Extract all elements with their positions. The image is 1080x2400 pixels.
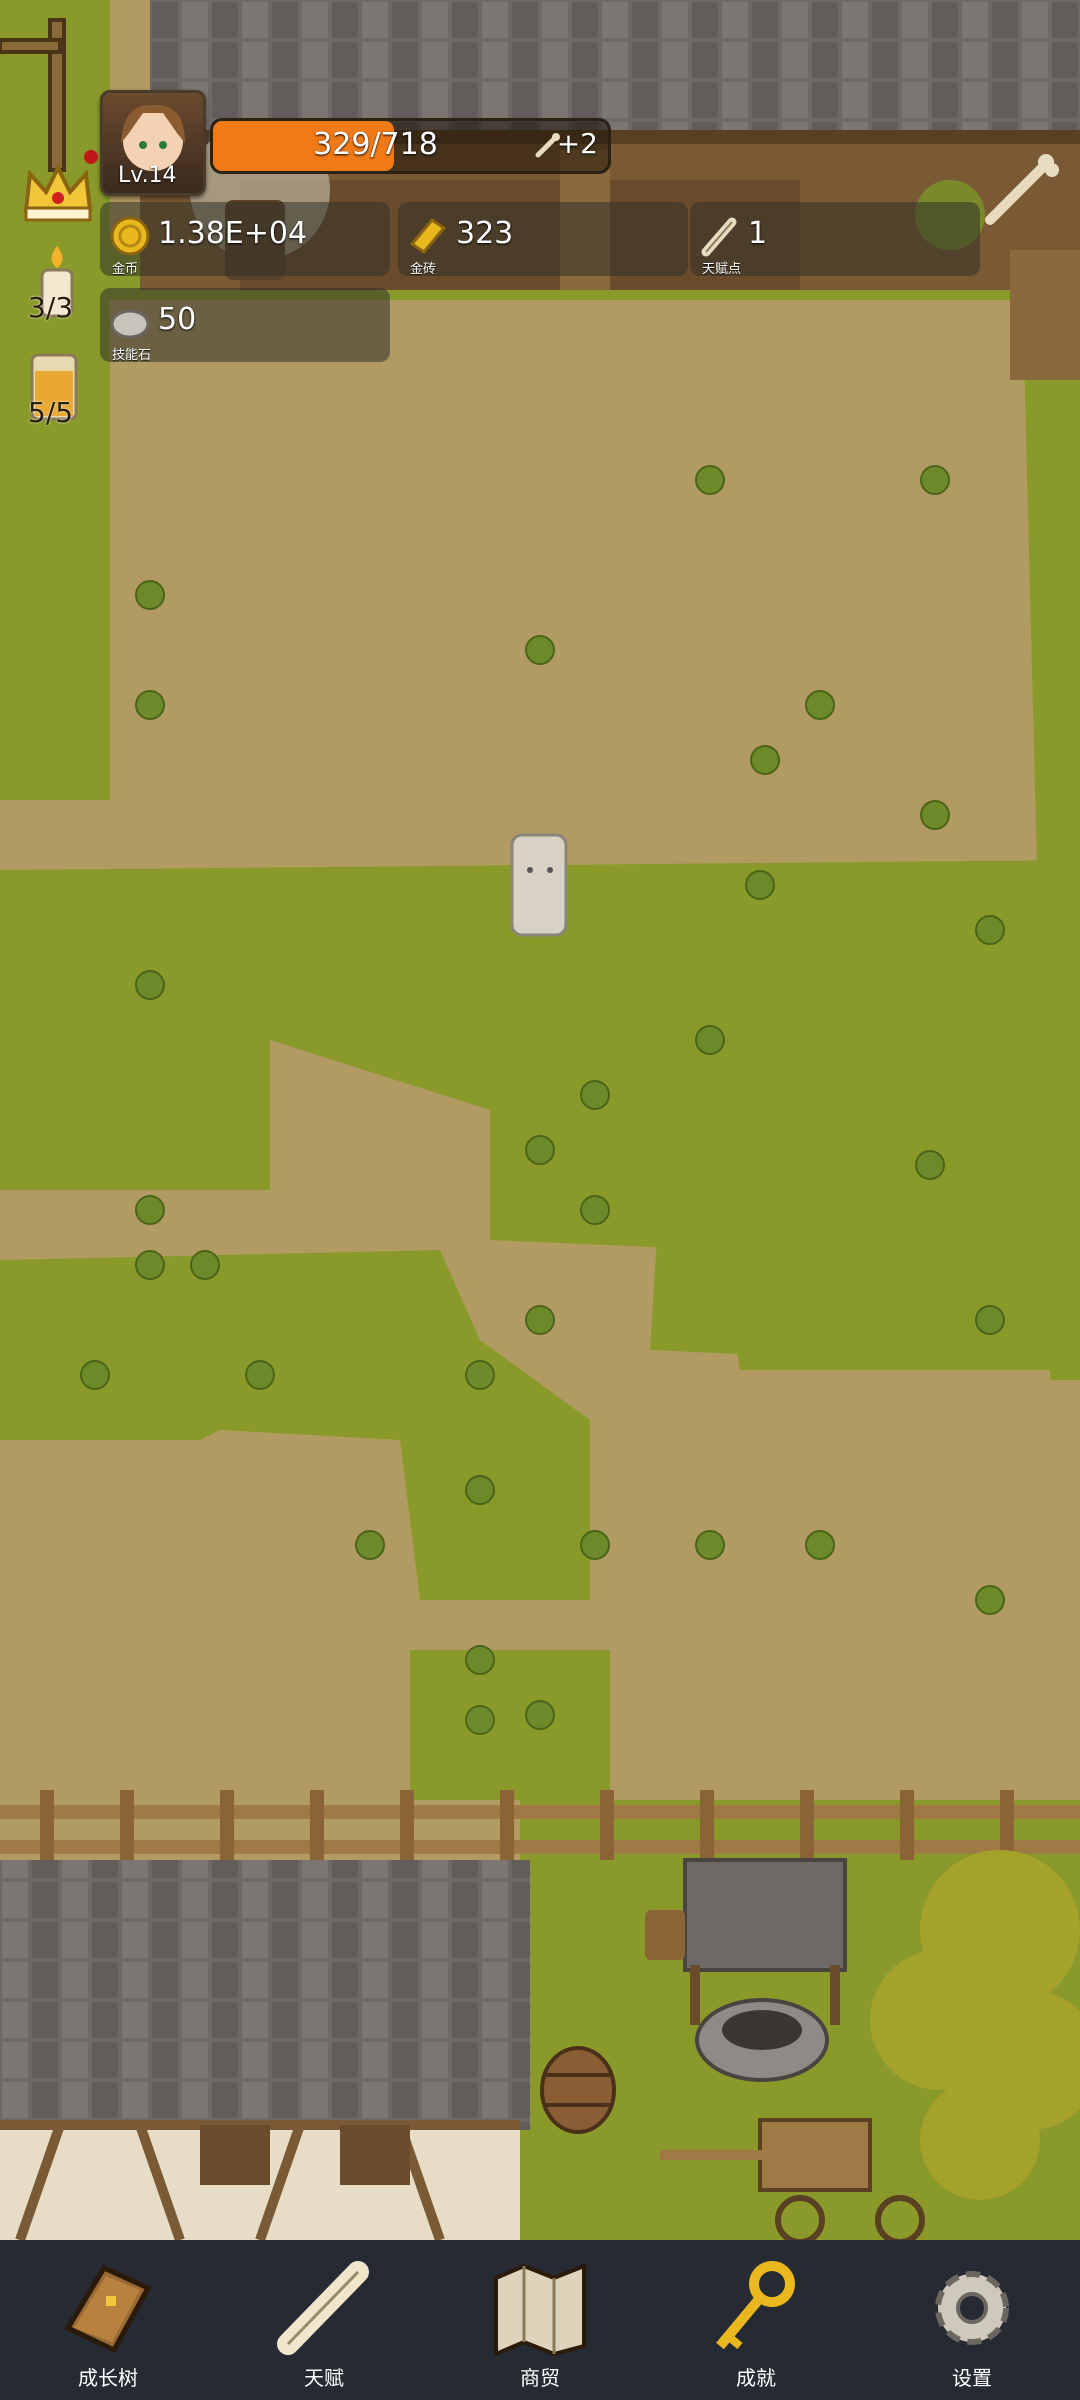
skill-stone-counter[interactable]: 50 技能石 <box>100 288 390 363</box>
crown-icon <box>23 163 93 222</box>
bottom-nav: 成长树 天赋 商贸 成就 设置 <box>0 2240 1080 2400</box>
nav-achievement-label: 成就 <box>736 2366 776 2390</box>
xp-text: 329/718 <box>313 127 438 162</box>
candle-counter[interactable]: 3/3 <box>18 240 98 324</box>
talent-point-label: 天赋点 <box>702 262 742 277</box>
book-icon <box>64 2264 152 2354</box>
nav-talent-label: 天赋 <box>304 2366 344 2390</box>
drink-count: 5/5 <box>28 396 74 429</box>
xp-bar: 329/718 +2 <box>210 118 611 174</box>
gold-coin-counter[interactable]: 1.38E+04 金币 <box>100 202 390 277</box>
bone-weapon-button[interactable] <box>980 150 1060 230</box>
nav-trade-label: 商贸 <box>520 2366 560 2390</box>
crown-button[interactable] <box>18 150 98 230</box>
gold-brick-icon <box>409 218 447 254</box>
nav-growth-tree[interactable]: 成长树 <box>0 2240 216 2400</box>
skill-stone-icon <box>110 309 150 339</box>
gold-coin-value: 1.38E+04 <box>158 216 308 251</box>
talent-point-counter[interactable]: 1 天赋点 <box>690 202 980 277</box>
barrel <box>540 2046 616 2134</box>
map-icon <box>494 2263 586 2358</box>
gold-brick-value: 323 <box>456 216 514 251</box>
scroll-icon <box>701 217 737 257</box>
nav-settings[interactable]: 设置 <box>864 2240 1080 2400</box>
talent-point-value: 1 <box>748 216 768 251</box>
gold-coin-label: 金币 <box>112 262 139 277</box>
key-icon <box>716 2261 795 2350</box>
stone-tablet[interactable] <box>510 833 568 937</box>
scroll-icon <box>277 2261 369 2355</box>
xp-bonus: +2 <box>556 127 598 160</box>
player-level: Lv.14 <box>118 163 177 188</box>
gold-brick-counter[interactable]: 323 金砖 <box>398 202 688 277</box>
nav-achievement[interactable]: 成就 <box>648 2240 864 2400</box>
nav-settings-label: 设置 <box>952 2366 992 2390</box>
bone-icon <box>985 154 1059 225</box>
skill-stone-label: 技能石 <box>112 348 152 363</box>
gold-coin-icon <box>110 216 150 256</box>
bottom-house <box>0 1860 530 2240</box>
drink-counter[interactable]: 5/5 <box>18 345 98 429</box>
nav-trade[interactable]: 商贸 <box>432 2240 648 2400</box>
skill-stone-value: 50 <box>158 302 197 337</box>
nav-talent[interactable]: 天赋 <box>216 2240 432 2400</box>
gear-icon <box>935 2271 1009 2345</box>
nav-growth-tree-label: 成长树 <box>78 2366 138 2390</box>
gold-brick-label: 金砖 <box>410 262 437 277</box>
candle-count: 3/3 <box>28 291 74 324</box>
